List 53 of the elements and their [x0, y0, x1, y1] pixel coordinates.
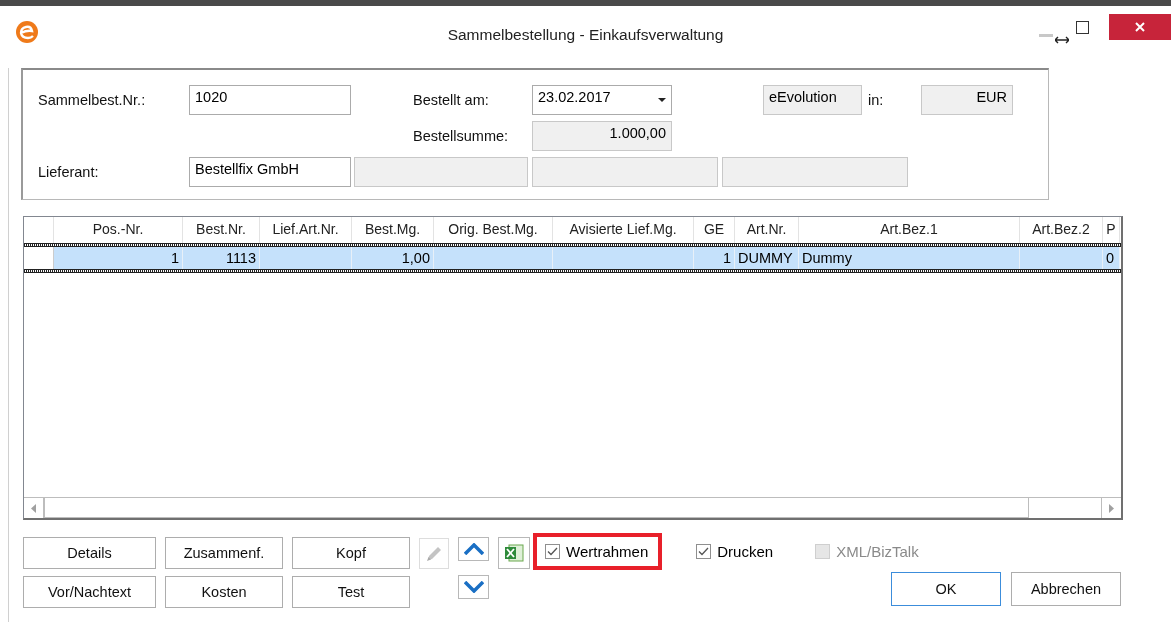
- date-dropdown[interactable]: 23.02.2017: [532, 85, 672, 115]
- chevron-down-icon: [463, 581, 484, 593]
- check-icon: [698, 546, 710, 556]
- close-icon: [1135, 22, 1145, 32]
- pencil-icon: [425, 544, 443, 563]
- table-cell: DUMMY: [735, 247, 799, 269]
- input-field[interactable]: Bestellfix GmbH: [189, 157, 351, 187]
- currency-field: EUR: [921, 85, 1013, 115]
- chevron-up-icon: [463, 543, 484, 555]
- table-cell: 0: [1103, 247, 1120, 269]
- maximize-button[interactable]: [1075, 20, 1089, 34]
- action-button[interactable]: Zusammenf.: [165, 537, 283, 569]
- action-button[interactable]: Vor/Nachtext: [23, 576, 156, 608]
- table-cell: 1: [54, 247, 183, 269]
- company-field: eEvolution: [763, 85, 862, 115]
- action-button[interactable]: Kosten: [165, 576, 283, 608]
- right-arrow-icon: [1109, 503, 1114, 513]
- window-title: Sammelbestellung - Einkaufsverwaltung: [447, 26, 724, 43]
- move-up-button[interactable]: [458, 537, 489, 561]
- checkbox[interactable]: [545, 543, 560, 559]
- action-button[interactable]: Kopf: [292, 537, 410, 569]
- dialog-button[interactable]: Abbrechen: [1011, 572, 1121, 606]
- spreadsheet-export-button[interactable]: [498, 537, 530, 569]
- check-icon: [547, 546, 558, 556]
- action-button[interactable]: Details: [23, 537, 156, 569]
- field-label: Bestellt am:: [413, 92, 490, 108]
- field-label: Bestellsumme:: [413, 128, 510, 144]
- maximize-icon: [1075, 20, 1089, 34]
- field-label: in:: [868, 92, 885, 108]
- app-logo-icon: [14, 20, 40, 44]
- scrollbar-thumb[interactable]: [44, 498, 1029, 518]
- checkbox-label: Drucken: [717, 542, 774, 560]
- resize-arrow-icon: [1055, 36, 1069, 44]
- action-button[interactable]: Test: [292, 576, 410, 608]
- sum-field: 1.000,00: [532, 121, 672, 151]
- checkbox-label: XML/BizTalk: [836, 542, 919, 560]
- move-down-button[interactable]: [458, 575, 489, 599]
- table-cell: 1: [694, 247, 735, 269]
- minimize-icon: [1039, 33, 1053, 37]
- input-field[interactable]: 1020: [189, 85, 351, 115]
- spreadsheet-icon: [504, 543, 524, 563]
- table-cell: 1,00: [352, 247, 434, 269]
- table-cell: Dummy: [799, 247, 1020, 269]
- table-cell: 1113: [183, 247, 260, 269]
- dialog-button[interactable]: OK: [891, 572, 1001, 606]
- checkbox[interactable]: [696, 543, 712, 559]
- table-row[interactable]: 1 1113 1,00 1 DUMMY Dummy 0: [24, 247, 1121, 269]
- left-arrow-icon: [31, 503, 36, 513]
- caret-icon: [658, 98, 666, 102]
- checkbox-label: Wertrahmen: [566, 542, 649, 560]
- close-button[interactable]: [1109, 14, 1171, 40]
- field-label: Lieferant:: [38, 164, 100, 180]
- field-label: Sammelbest.Nr.:: [38, 92, 147, 108]
